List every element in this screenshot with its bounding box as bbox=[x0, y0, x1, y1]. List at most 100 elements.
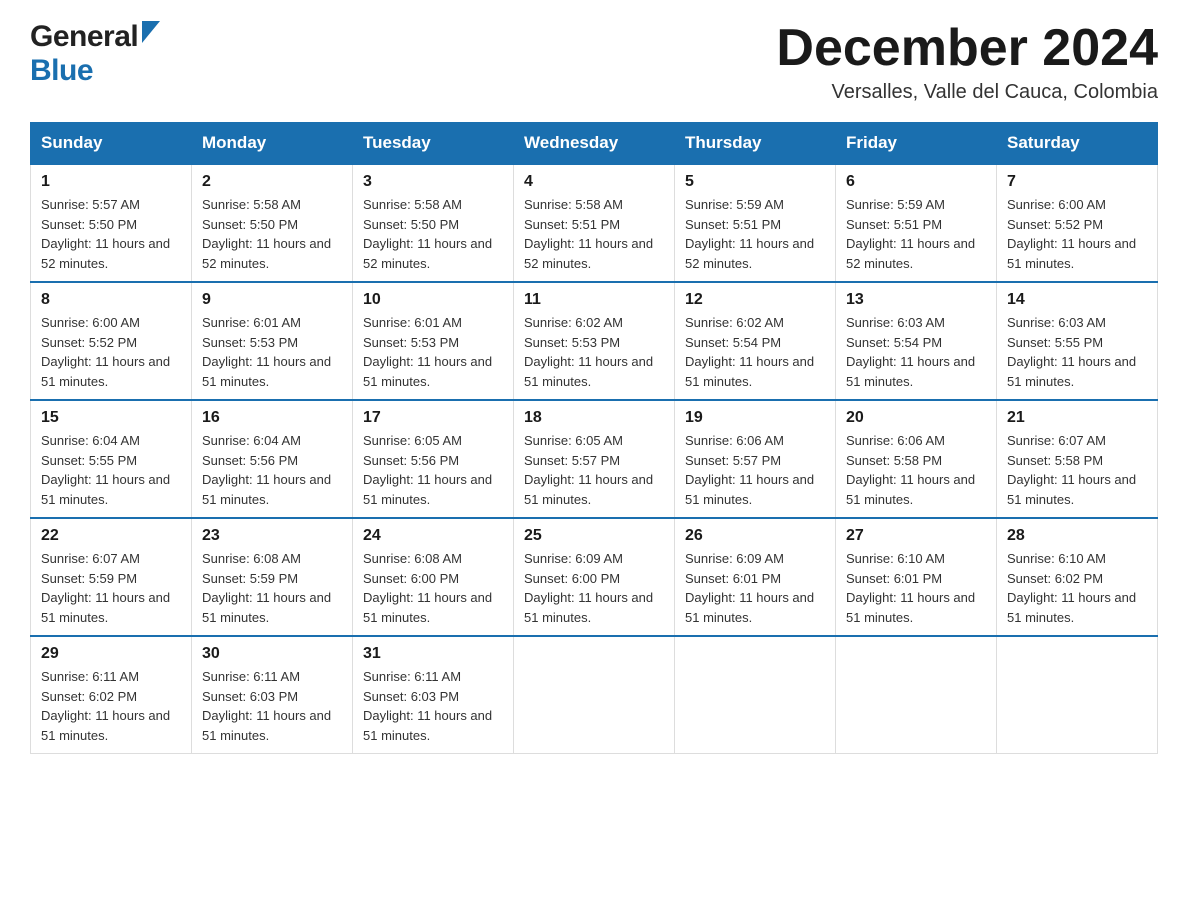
day-info: Sunrise: 6:09 AMSunset: 6:00 PMDaylight:… bbox=[524, 549, 664, 627]
logo: General Blue bbox=[30, 20, 160, 88]
day-of-week-friday: Friday bbox=[836, 123, 997, 165]
week-row-2: 8 Sunrise: 6:00 AMSunset: 5:52 PMDaylight… bbox=[31, 282, 1158, 400]
day-info: Sunrise: 6:11 AMSunset: 6:02 PMDaylight:… bbox=[41, 667, 181, 745]
week-row-4: 22Sunrise: 6:07 AMSunset: 5:59 PMDayligh… bbox=[31, 518, 1158, 636]
day-number: 17 bbox=[363, 409, 503, 427]
day-info: Sunrise: 6:04 AMSunset: 5:55 PMDaylight:… bbox=[41, 431, 181, 509]
day-number: 31 bbox=[363, 645, 503, 663]
day-info: Sunrise: 6:03 AMSunset: 5:55 PMDaylight:… bbox=[1007, 313, 1147, 391]
day-info: Sunrise: 6:00 AMSunset: 5:52 PMDaylight:… bbox=[1007, 195, 1147, 273]
day-number: 23 bbox=[202, 527, 342, 545]
calendar-cell: 22Sunrise: 6:07 AMSunset: 5:59 PMDayligh… bbox=[31, 518, 192, 636]
day-info: Sunrise: 6:06 AMSunset: 5:57 PMDaylight:… bbox=[685, 431, 825, 509]
calendar-cell: 16Sunrise: 6:04 AMSunset: 5:56 PMDayligh… bbox=[192, 400, 353, 518]
day-number: 21 bbox=[1007, 409, 1147, 427]
day-number: 5 bbox=[685, 173, 825, 191]
day-number: 8 bbox=[41, 291, 181, 309]
day-number: 6 bbox=[846, 173, 986, 191]
calendar-cell: 8 Sunrise: 6:00 AMSunset: 5:52 PMDaylight… bbox=[31, 282, 192, 400]
day-number: 28 bbox=[1007, 527, 1147, 545]
day-number: 9 bbox=[202, 291, 342, 309]
day-number: 19 bbox=[685, 409, 825, 427]
day-info: Sunrise: 5:58 AMSunset: 5:51 PMDaylight:… bbox=[524, 195, 664, 273]
calendar-cell: 9 Sunrise: 6:01 AMSunset: 5:53 PMDaylight… bbox=[192, 282, 353, 400]
calendar-cell bbox=[836, 636, 997, 754]
day-info: Sunrise: 6:09 AMSunset: 6:01 PMDaylight:… bbox=[685, 549, 825, 627]
logo-general: General bbox=[30, 20, 138, 54]
calendar-cell: 24Sunrise: 6:08 AMSunset: 6:00 PMDayligh… bbox=[353, 518, 514, 636]
calendar-cell: 31 Sunrise: 6:11 AMSunset: 6:03 PMDayligh… bbox=[353, 636, 514, 754]
calendar-cell: 1Sunrise: 5:57 AMSunset: 5:50 PMDaylight… bbox=[31, 164, 192, 282]
week-row-3: 15Sunrise: 6:04 AMSunset: 5:55 PMDayligh… bbox=[31, 400, 1158, 518]
calendar-cell: 21 Sunrise: 6:07 AMSunset: 5:58 PMDayligh… bbox=[997, 400, 1158, 518]
day-info: Sunrise: 5:58 AMSunset: 5:50 PMDaylight:… bbox=[363, 195, 503, 273]
day-number: 20 bbox=[846, 409, 986, 427]
day-info: Sunrise: 6:05 AMSunset: 5:56 PMDaylight:… bbox=[363, 431, 503, 509]
calendar-cell: 15Sunrise: 6:04 AMSunset: 5:55 PMDayligh… bbox=[31, 400, 192, 518]
day-number: 10 bbox=[363, 291, 503, 309]
day-number: 11 bbox=[524, 291, 664, 309]
day-info: Sunrise: 6:11 AMSunset: 6:03 PMDaylight:… bbox=[202, 667, 342, 745]
header: General Blue December 2024 Versalles, Va… bbox=[30, 20, 1158, 104]
calendar-cell: 18 Sunrise: 6:05 AMSunset: 5:57 PMDayligh… bbox=[514, 400, 675, 518]
calendar-cell: 29 Sunrise: 6:11 AMSunset: 6:02 PMDayligh… bbox=[31, 636, 192, 754]
day-info: Sunrise: 6:06 AMSunset: 5:58 PMDaylight:… bbox=[846, 431, 986, 509]
calendar-cell: 27 Sunrise: 6:10 AMSunset: 6:01 PMDayligh… bbox=[836, 518, 997, 636]
calendar-cell: 25Sunrise: 6:09 AMSunset: 6:00 PMDayligh… bbox=[514, 518, 675, 636]
month-title: December 2024 bbox=[776, 20, 1158, 77]
day-info: Sunrise: 5:58 AMSunset: 5:50 PMDaylight:… bbox=[202, 195, 342, 273]
day-number: 7 bbox=[1007, 173, 1147, 191]
location-subtitle: Versalles, Valle del Cauca, Colombia bbox=[776, 81, 1158, 104]
calendar-cell: 7 Sunrise: 6:00 AMSunset: 5:52 PMDaylight… bbox=[997, 164, 1158, 282]
day-number: 18 bbox=[524, 409, 664, 427]
day-info: Sunrise: 6:10 AMSunset: 6:01 PMDaylight:… bbox=[846, 549, 986, 627]
day-info: Sunrise: 6:04 AMSunset: 5:56 PMDaylight:… bbox=[202, 431, 342, 509]
day-number: 29 bbox=[41, 645, 181, 663]
day-info: Sunrise: 5:59 AMSunset: 5:51 PMDaylight:… bbox=[846, 195, 986, 273]
day-number: 26 bbox=[685, 527, 825, 545]
calendar-cell: 26 Sunrise: 6:09 AMSunset: 6:01 PMDayligh… bbox=[675, 518, 836, 636]
day-info: Sunrise: 6:07 AMSunset: 5:59 PMDaylight:… bbox=[41, 549, 181, 627]
logo-blue: Blue bbox=[30, 54, 93, 87]
day-number: 30 bbox=[202, 645, 342, 663]
calendar-cell bbox=[675, 636, 836, 754]
title-area: December 2024 Versalles, Valle del Cauca… bbox=[776, 20, 1158, 104]
day-info: Sunrise: 6:11 AMSunset: 6:03 PMDaylight:… bbox=[363, 667, 503, 745]
day-of-week-sunday: Sunday bbox=[31, 123, 192, 165]
day-number: 4 bbox=[524, 173, 664, 191]
day-info: Sunrise: 6:01 AMSunset: 5:53 PMDaylight:… bbox=[363, 313, 503, 391]
day-info: Sunrise: 6:07 AMSunset: 5:58 PMDaylight:… bbox=[1007, 431, 1147, 509]
day-of-week-wednesday: Wednesday bbox=[514, 123, 675, 165]
day-info: Sunrise: 6:02 AMSunset: 5:53 PMDaylight:… bbox=[524, 313, 664, 391]
day-of-week-monday: Monday bbox=[192, 123, 353, 165]
calendar-cell bbox=[997, 636, 1158, 754]
day-number: 13 bbox=[846, 291, 986, 309]
day-info: Sunrise: 6:00 AMSunset: 5:52 PMDaylight:… bbox=[41, 313, 181, 391]
calendar-cell: 13 Sunrise: 6:03 AMSunset: 5:54 PMDayligh… bbox=[836, 282, 997, 400]
day-info: Sunrise: 6:03 AMSunset: 5:54 PMDaylight:… bbox=[846, 313, 986, 391]
calendar-table: SundayMondayTuesdayWednesdayThursdayFrid… bbox=[30, 122, 1158, 754]
calendar-cell: 14 Sunrise: 6:03 AMSunset: 5:55 PMDayligh… bbox=[997, 282, 1158, 400]
day-number: 14 bbox=[1007, 291, 1147, 309]
day-info: Sunrise: 6:01 AMSunset: 5:53 PMDaylight:… bbox=[202, 313, 342, 391]
logo-triangle-icon bbox=[142, 21, 160, 48]
calendar-cell: 30 Sunrise: 6:11 AMSunset: 6:03 PMDayligh… bbox=[192, 636, 353, 754]
calendar-cell: 4 Sunrise: 5:58 AMSunset: 5:51 PMDaylight… bbox=[514, 164, 675, 282]
calendar-cell: 10 Sunrise: 6:01 AMSunset: 5:53 PMDayligh… bbox=[353, 282, 514, 400]
day-info: Sunrise: 5:57 AMSunset: 5:50 PMDaylight:… bbox=[41, 195, 181, 273]
day-of-week-tuesday: Tuesday bbox=[353, 123, 514, 165]
day-number: 12 bbox=[685, 291, 825, 309]
day-info: Sunrise: 5:59 AMSunset: 5:51 PMDaylight:… bbox=[685, 195, 825, 273]
day-number: 24 bbox=[363, 527, 503, 545]
day-number: 2 bbox=[202, 173, 342, 191]
calendar-cell: 11 Sunrise: 6:02 AMSunset: 5:53 PMDayligh… bbox=[514, 282, 675, 400]
calendar-cell: 19 Sunrise: 6:06 AMSunset: 5:57 PMDayligh… bbox=[675, 400, 836, 518]
calendar-cell: 20 Sunrise: 6:06 AMSunset: 5:58 PMDayligh… bbox=[836, 400, 997, 518]
calendar-cell: 5 Sunrise: 5:59 AMSunset: 5:51 PMDaylight… bbox=[675, 164, 836, 282]
day-of-week-saturday: Saturday bbox=[997, 123, 1158, 165]
day-info: Sunrise: 6:05 AMSunset: 5:57 PMDaylight:… bbox=[524, 431, 664, 509]
day-info: Sunrise: 6:02 AMSunset: 5:54 PMDaylight:… bbox=[685, 313, 825, 391]
week-row-5: 29 Sunrise: 6:11 AMSunset: 6:02 PMDayligh… bbox=[31, 636, 1158, 754]
calendar-cell: 12 Sunrise: 6:02 AMSunset: 5:54 PMDayligh… bbox=[675, 282, 836, 400]
day-number: 27 bbox=[846, 527, 986, 545]
